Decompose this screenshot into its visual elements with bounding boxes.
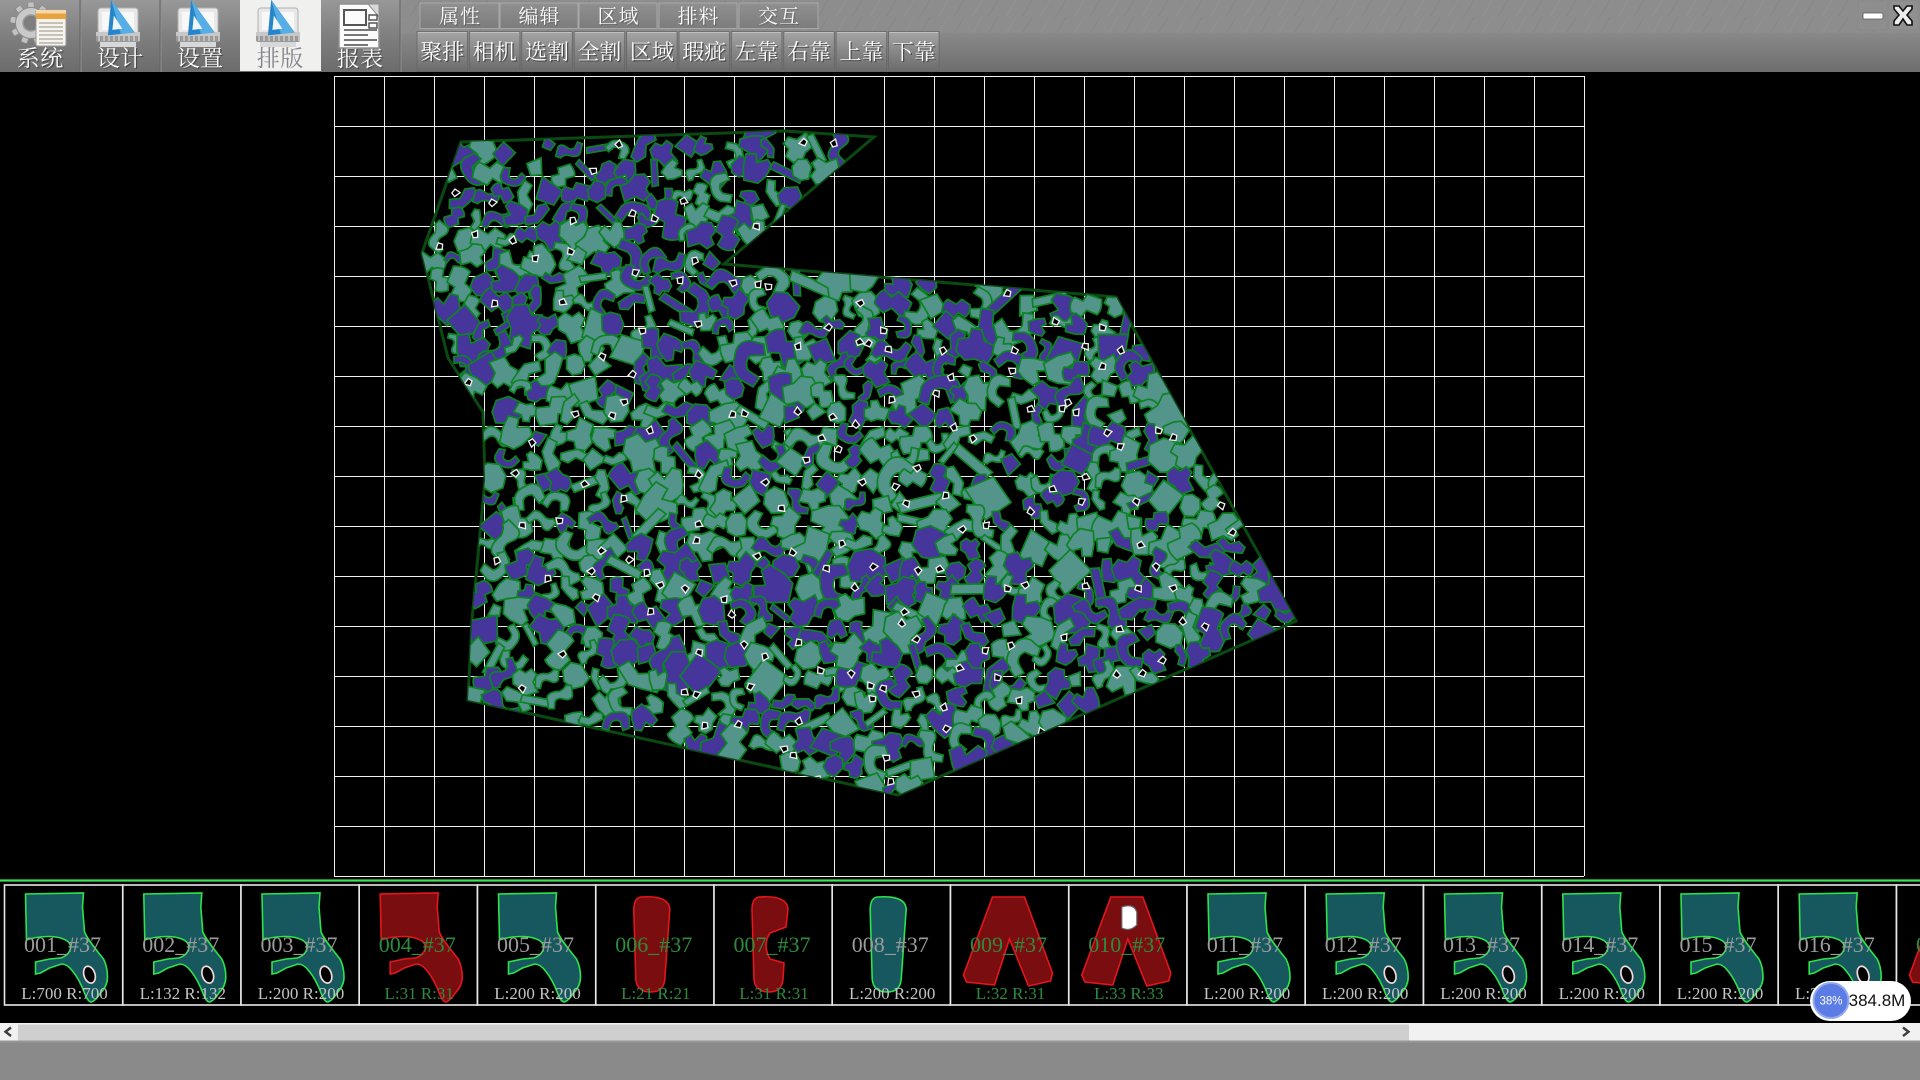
svg-text:384.8M: 384.8M (1849, 991, 1906, 1010)
svg-text:008_#37: 008_#37 (852, 932, 929, 957)
svg-text:38%: 38% (1819, 996, 1842, 1008)
svg-text:L:200 R:200: L:200 R:200 (1322, 984, 1408, 1003)
svg-text:L:31 R:31: L:31 R:31 (739, 984, 808, 1003)
svg-text:L:31 R:31: L:31 R:31 (384, 984, 453, 1003)
svg-text:004_#37: 004_#37 (379, 932, 456, 957)
svg-text:003_#37: 003_#37 (261, 932, 338, 957)
svg-text:016_#37: 016_#37 (1798, 932, 1875, 957)
svg-text:L:132 R:132: L:132 R:132 (140, 984, 226, 1003)
svg-text:L:200 R:200: L:200 R:200 (1204, 984, 1290, 1003)
svg-text:011_#37: 011_#37 (1207, 932, 1283, 957)
svg-text:015_#37: 015_#37 (1680, 932, 1757, 957)
svg-text:012_#37: 012_#37 (1325, 932, 1402, 957)
svg-text:013_#37: 013_#37 (1443, 932, 1520, 957)
svg-text:L:33 R:33: L:33 R:33 (1094, 984, 1163, 1003)
svg-text:006_#37: 006_#37 (615, 932, 692, 957)
svg-text:L:200 R:200: L:200 R:200 (1677, 984, 1763, 1003)
svg-text:L:200 R:200: L:200 R:200 (1559, 984, 1645, 1003)
svg-text:L:32 R:31: L:32 R:31 (976, 984, 1045, 1003)
svg-text:009_#37: 009_#37 (970, 932, 1047, 957)
svg-text:L:200 R:200: L:200 R:200 (494, 984, 580, 1003)
svg-text:L:700 R:700: L:700 R:700 (21, 984, 107, 1003)
svg-text:L:200 R:200: L:200 R:200 (258, 984, 344, 1003)
svg-text:010_#37: 010_#37 (1088, 932, 1165, 957)
svg-text:L:200 R:200: L:200 R:200 (1440, 984, 1526, 1003)
svg-text:L:21 R:21: L:21 R:21 (621, 984, 690, 1003)
svg-text:002_#37: 002_#37 (142, 932, 219, 957)
svg-text:014_#37: 014_#37 (1561, 932, 1638, 957)
svg-text:017_#37: 017_#37 (1916, 932, 1920, 957)
svg-text:001_#37: 001_#37 (24, 932, 101, 957)
svg-text:005_#37: 005_#37 (497, 932, 574, 957)
svg-text:007_#37: 007_#37 (734, 932, 811, 957)
svg-text:L:200 R:200: L:200 R:200 (849, 984, 935, 1003)
